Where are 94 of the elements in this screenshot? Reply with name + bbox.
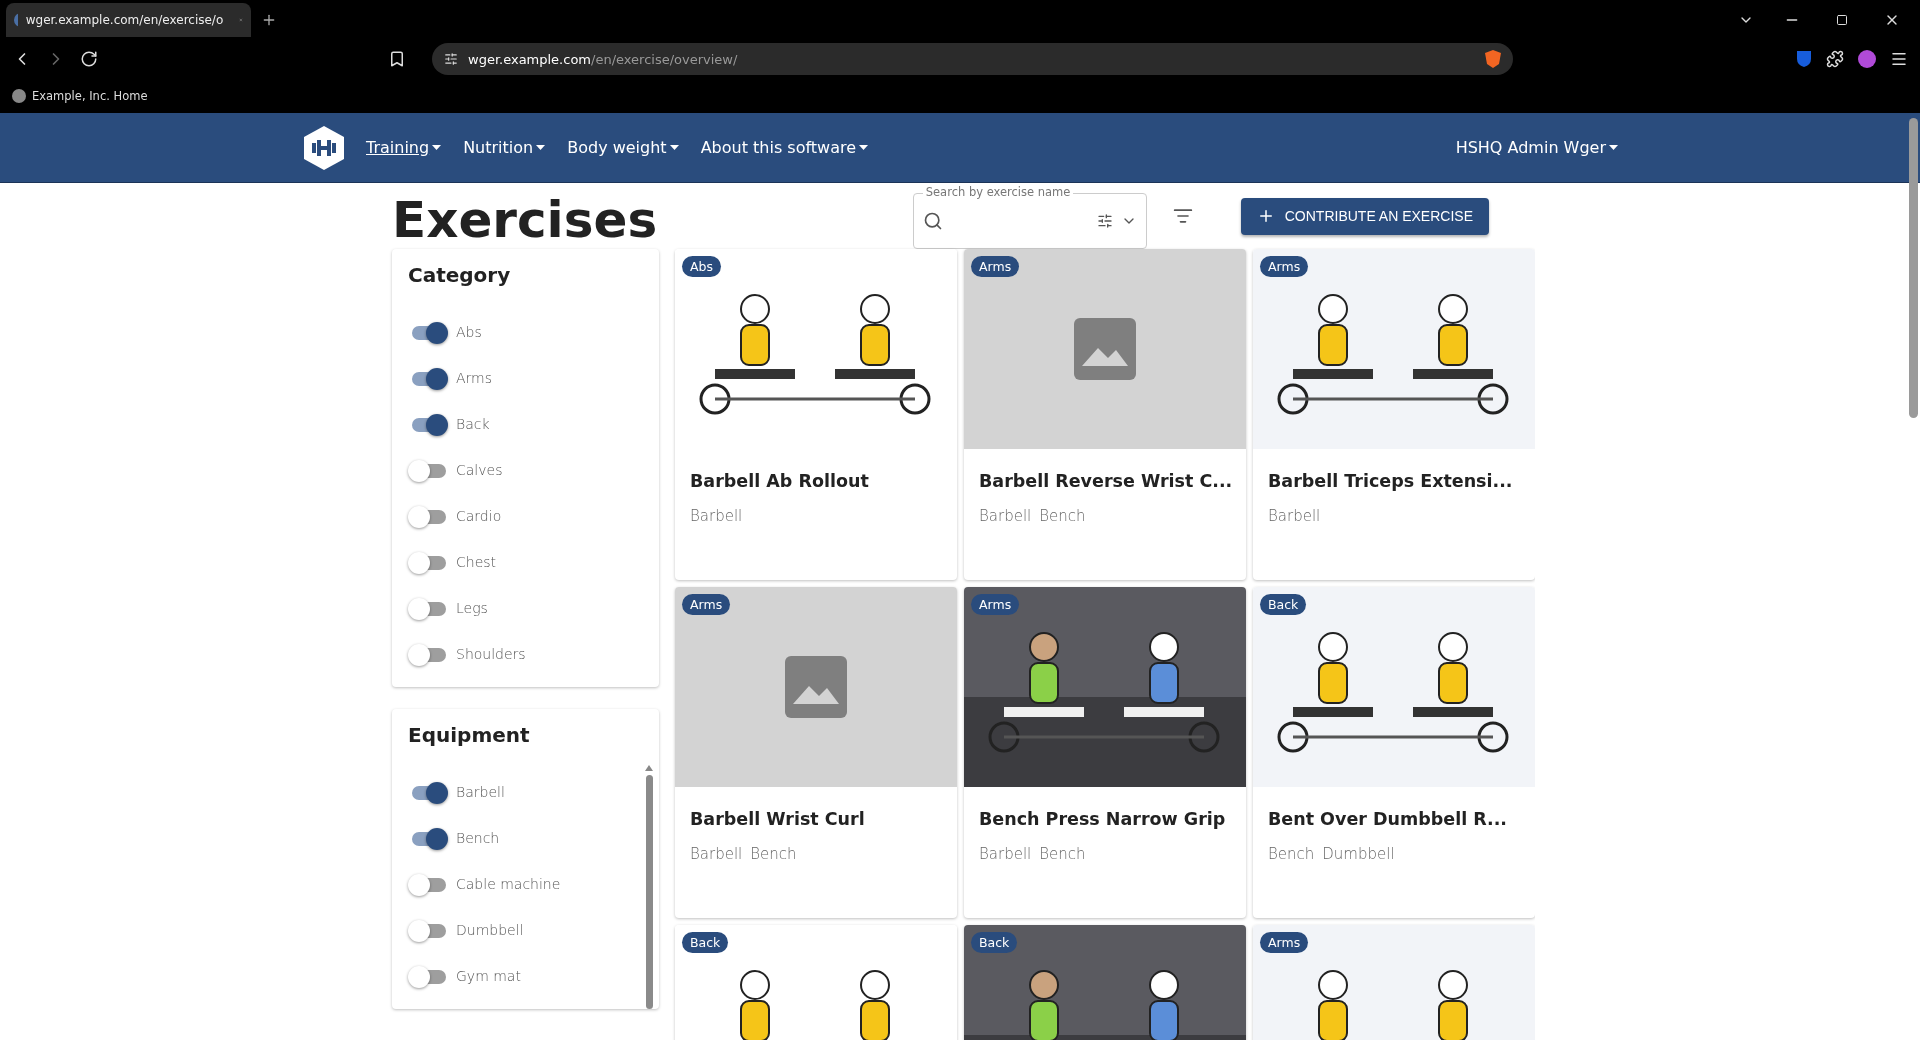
caret-icon [1609, 145, 1618, 150]
exercise-card[interactable]: Abs Barbell Ab Rollout Barbell [675, 249, 957, 580]
bookmark-icon[interactable] [388, 50, 406, 68]
nav-menu-item[interactable]: Nutrition [463, 138, 546, 157]
restore-icon[interactable] [1836, 14, 1848, 26]
category-badge: Arms [971, 594, 1020, 615]
image-icon [1074, 318, 1136, 380]
filter-label: Bench [456, 830, 500, 846]
new-tab-icon[interactable] [261, 12, 277, 28]
user-menu[interactable]: HSHQ Admin Wger [1455, 138, 1618, 157]
nav-menu-item[interactable]: Body weight [567, 138, 679, 157]
equipment-tag: Barbell [690, 845, 743, 863]
equipment-tag: Barbell [1268, 507, 1321, 525]
contribute-button[interactable]: CONTRIBUTE AN EXERCISE [1240, 197, 1489, 235]
menu-icon[interactable] [1890, 50, 1908, 68]
category-badge: Arms [1260, 256, 1309, 277]
exercise-card[interactable]: Back Bent Over Dumbbell R... Bench Dumbbell [1253, 587, 1535, 918]
logo-icon[interactable] [304, 125, 344, 170]
exercise-name: Barbell Wrist Curl [689, 808, 866, 829]
site-settings-icon[interactable] [444, 52, 458, 66]
browser-tab[interactable]: wger.example.com/en/exercise/o [6, 3, 251, 37]
exercise-name: Barbell Triceps Extensi... [1267, 470, 1514, 491]
page-title: Exercises [392, 190, 659, 249]
toggle-switch[interactable] [408, 552, 446, 572]
category-badge: Back [682, 932, 729, 953]
exercise-card[interactable]: Back [675, 925, 957, 1040]
category-badge: Arms [682, 594, 731, 615]
filter-label: Abs [456, 324, 482, 340]
equipment-tag: Barbell [979, 845, 1032, 863]
globe-icon [12, 88, 26, 103]
equipment-tag: Bench [1039, 845, 1086, 863]
sliders-icon[interactable] [1096, 212, 1113, 229]
nav-menu-item[interactable]: About this software [700, 138, 868, 157]
exercise-card[interactable]: Arms Barbell Reverse Wrist C... Barbell Bench [964, 249, 1246, 580]
extensions-icon[interactable] [1826, 50, 1844, 68]
exercise-card[interactable]: Back [964, 925, 1246, 1040]
shield-icon[interactable] [1485, 50, 1501, 68]
equipment-tag: Barbell [690, 507, 743, 525]
equipment-tag: Barbell [979, 507, 1032, 525]
exercise-card[interactable]: Arms Barbell Triceps Extensi... Barbell [1253, 249, 1535, 580]
reload-icon[interactable] [80, 50, 98, 68]
nav-menu-item[interactable]: Training [366, 138, 442, 157]
equipment-tag: Bench [750, 845, 797, 863]
toggle-switch[interactable] [408, 966, 446, 986]
filter-label: Back [456, 416, 490, 432]
category-badge: Back [971, 932, 1018, 953]
toggle-switch[interactable] [408, 920, 446, 940]
caret-icon [536, 145, 546, 150]
exercise-name: Barbell Reverse Wrist C... [978, 470, 1234, 491]
scrollbar[interactable] [645, 775, 653, 1009]
equipment-tag: Dumbbell [1322, 845, 1395, 863]
filter-label: Arms [456, 370, 493, 386]
toggle-switch[interactable] [408, 460, 446, 480]
url-text: wger.example.com/en/exercise/overview/ [468, 51, 738, 67]
caret-icon [432, 145, 442, 150]
panel-title: Equipment [408, 723, 531, 747]
toggle-switch[interactable] [408, 506, 446, 526]
panel-title: Category [408, 263, 512, 287]
exercise-card[interactable]: Arms [1253, 925, 1535, 1040]
filter-label: Barbell [456, 784, 505, 800]
profile-icon[interactable] [1858, 50, 1876, 68]
scrollbar[interactable] [1909, 118, 1918, 418]
search-icon [922, 210, 943, 231]
exercise-name: Bent Over Dumbbell R... [1267, 808, 1508, 829]
toggle-switch[interactable] [408, 644, 446, 664]
exercise-card[interactable]: Arms Bench Press Narrow Grip Barbell Bench [964, 587, 1246, 918]
site-icon [14, 13, 18, 27]
shield-icon[interactable] [1796, 50, 1812, 68]
caret-icon [859, 145, 868, 150]
address-bar[interactable]: wger.example.com/en/exercise/overview/ [432, 43, 1513, 75]
filter-label: Cardio [456, 508, 502, 524]
filter-label: Shoulders [456, 646, 526, 662]
filter-label: Dumbbell [456, 922, 524, 938]
toggle-switch[interactable] [408, 874, 446, 894]
exercise-name: Bench Press Narrow Grip [978, 808, 1227, 829]
equipment-tag: Bench [1039, 507, 1086, 525]
filter-icon [1172, 206, 1193, 226]
tab-title: wger.example.com/en/exercise/o [25, 13, 224, 27]
category-badge: Back [1260, 594, 1307, 615]
category-badge: Arms [971, 256, 1020, 277]
exercise-name: Barbell Ab Rollout [689, 470, 870, 491]
filter-label: Cable machine [456, 876, 561, 892]
image-icon [785, 656, 847, 718]
bookmark-link[interactable]: Example, Inc. Home [32, 88, 148, 103]
filter-label: Legs [456, 600, 488, 616]
exercise-card[interactable]: Arms Barbell Wrist Curl Barbell Bench [675, 587, 957, 918]
filter-label: Calves [456, 462, 503, 478]
filter-label: Chest [456, 554, 497, 570]
caret-icon [669, 145, 679, 150]
scroll-up-icon[interactable] [645, 765, 653, 771]
category-badge: Arms [1260, 932, 1309, 953]
filter-label: Gym mat [456, 968, 521, 984]
toggle-switch[interactable] [408, 598, 446, 618]
equipment-tag: Bench [1268, 845, 1315, 863]
